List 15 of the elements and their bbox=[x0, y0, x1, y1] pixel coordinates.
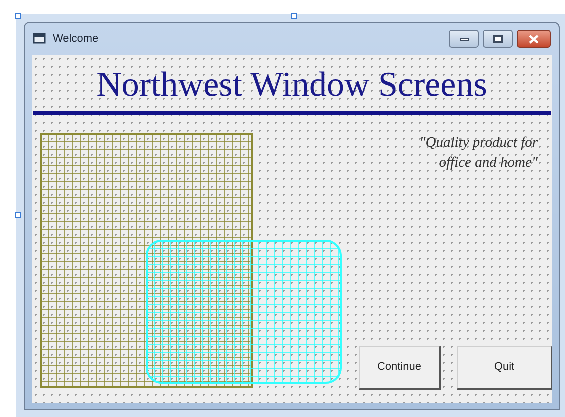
minimize-button[interactable] bbox=[449, 30, 479, 48]
selection-handle[interactable] bbox=[15, 13, 21, 19]
tagline: "Quality product for office and home" bbox=[420, 134, 538, 173]
close-icon bbox=[529, 34, 539, 44]
continue-button[interactable]: Continue bbox=[359, 346, 441, 390]
selection-handle[interactable] bbox=[291, 13, 297, 19]
heading: Northwest Window Screens bbox=[96, 64, 488, 106]
window-title: Welcome bbox=[53, 32, 99, 47]
maximize-button[interactable] bbox=[483, 30, 513, 48]
quit-button[interactable]: Quit bbox=[457, 346, 552, 390]
close-button[interactable] bbox=[517, 30, 551, 48]
minimize-icon bbox=[460, 38, 468, 40]
form-icon bbox=[33, 33, 47, 45]
selection-handle[interactable] bbox=[15, 212, 21, 218]
maximize-icon bbox=[493, 35, 503, 43]
